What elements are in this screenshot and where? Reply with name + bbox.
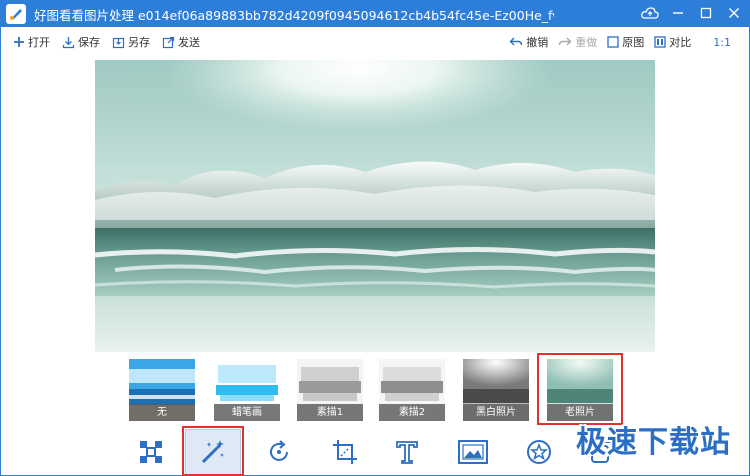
filter-label: 无 [129,404,195,421]
save-as-button[interactable]: 另存 [112,34,150,50]
frame-icon [458,440,488,464]
sticker-button[interactable] [517,429,561,475]
original-icon [607,36,619,48]
filter-none[interactable]: 无 [129,359,195,421]
save-label: 保存 [78,36,100,49]
original-button[interactable]: 原图 [607,34,644,50]
ratio-button[interactable]: 1:1 [701,36,731,49]
photo-canvas[interactable] [95,60,655,352]
undo-icon [509,37,523,46]
original-label: 原图 [622,36,645,49]
frame-button[interactable] [451,429,495,475]
filter-sketch2[interactable]: 素描2 [379,359,445,421]
maximize-button[interactable] [697,4,715,22]
undo-button[interactable]: 撤销 [509,34,548,50]
filter-label: 黑白照片 [463,404,529,421]
selected-filter-highlight [537,353,623,425]
fit-screen-button[interactable] [129,429,173,475]
fit-screen-icon [140,441,162,463]
cloud-icon[interactable] [641,4,659,22]
filter-label: 蜡笔画 [214,404,280,421]
filter-sketch1[interactable]: 素描1 [297,359,363,421]
filter-label: 素描2 [379,404,445,421]
send-button[interactable]: 发送 [162,34,200,50]
compare-icon [654,36,666,48]
site-watermark: 极速下载站 [576,425,731,460]
ratio-label: 1:1 [713,35,731,49]
toolbar: 打开 保存 另存 发送 撤销 重做 原图 对比 1:1 [1,27,749,57]
filter-black-white[interactable]: 黑白照片 [463,359,529,421]
filter-strip: 无 蜡笔画 素描1 素描2 黑白照片 老照片 [129,353,623,425]
sticker-icon [527,440,551,464]
save-as-label: 另存 [128,36,150,49]
crop-icon [333,440,357,464]
filter-label: 素描1 [297,404,363,421]
compare-button[interactable]: 对比 [654,34,691,50]
download-icon [62,36,75,48]
redo-label: 重做 [575,36,598,49]
beach-photo [95,60,655,352]
app-logo-icon [6,4,26,24]
redo-icon [559,37,572,46]
send-label: 发送 [178,36,200,49]
redo-button[interactable]: 重做 [558,34,597,50]
open-label: 打开 [28,36,50,49]
undo-label: 撤销 [526,36,549,49]
rotate-button[interactable] [257,429,301,475]
app-window: 好图看看图片处理 e014ef06a89883bb782d4209f094509… [0,0,750,476]
crop-button[interactable] [323,429,367,475]
share-icon [162,36,175,48]
title-bar: 好图看看图片处理 e014ef06a89883bb782d4209f094509… [1,1,749,27]
save-button[interactable]: 保存 [62,34,100,50]
active-tool-highlight [182,426,244,476]
compare-label: 对比 [669,36,692,49]
plus-icon [14,37,24,47]
open-button[interactable]: 打开 [13,34,50,50]
text-icon [396,441,418,464]
minimize-button[interactable] [669,4,687,22]
rotate-icon [270,440,288,461]
save-as-icon [112,37,125,48]
filter-crayon[interactable]: 蜡笔画 [214,359,280,421]
text-button[interactable] [385,429,429,475]
window-title: 好图看看图片处理 e014ef06a89883bb782d4209f094509… [34,7,554,23]
close-button[interactable] [725,4,743,22]
